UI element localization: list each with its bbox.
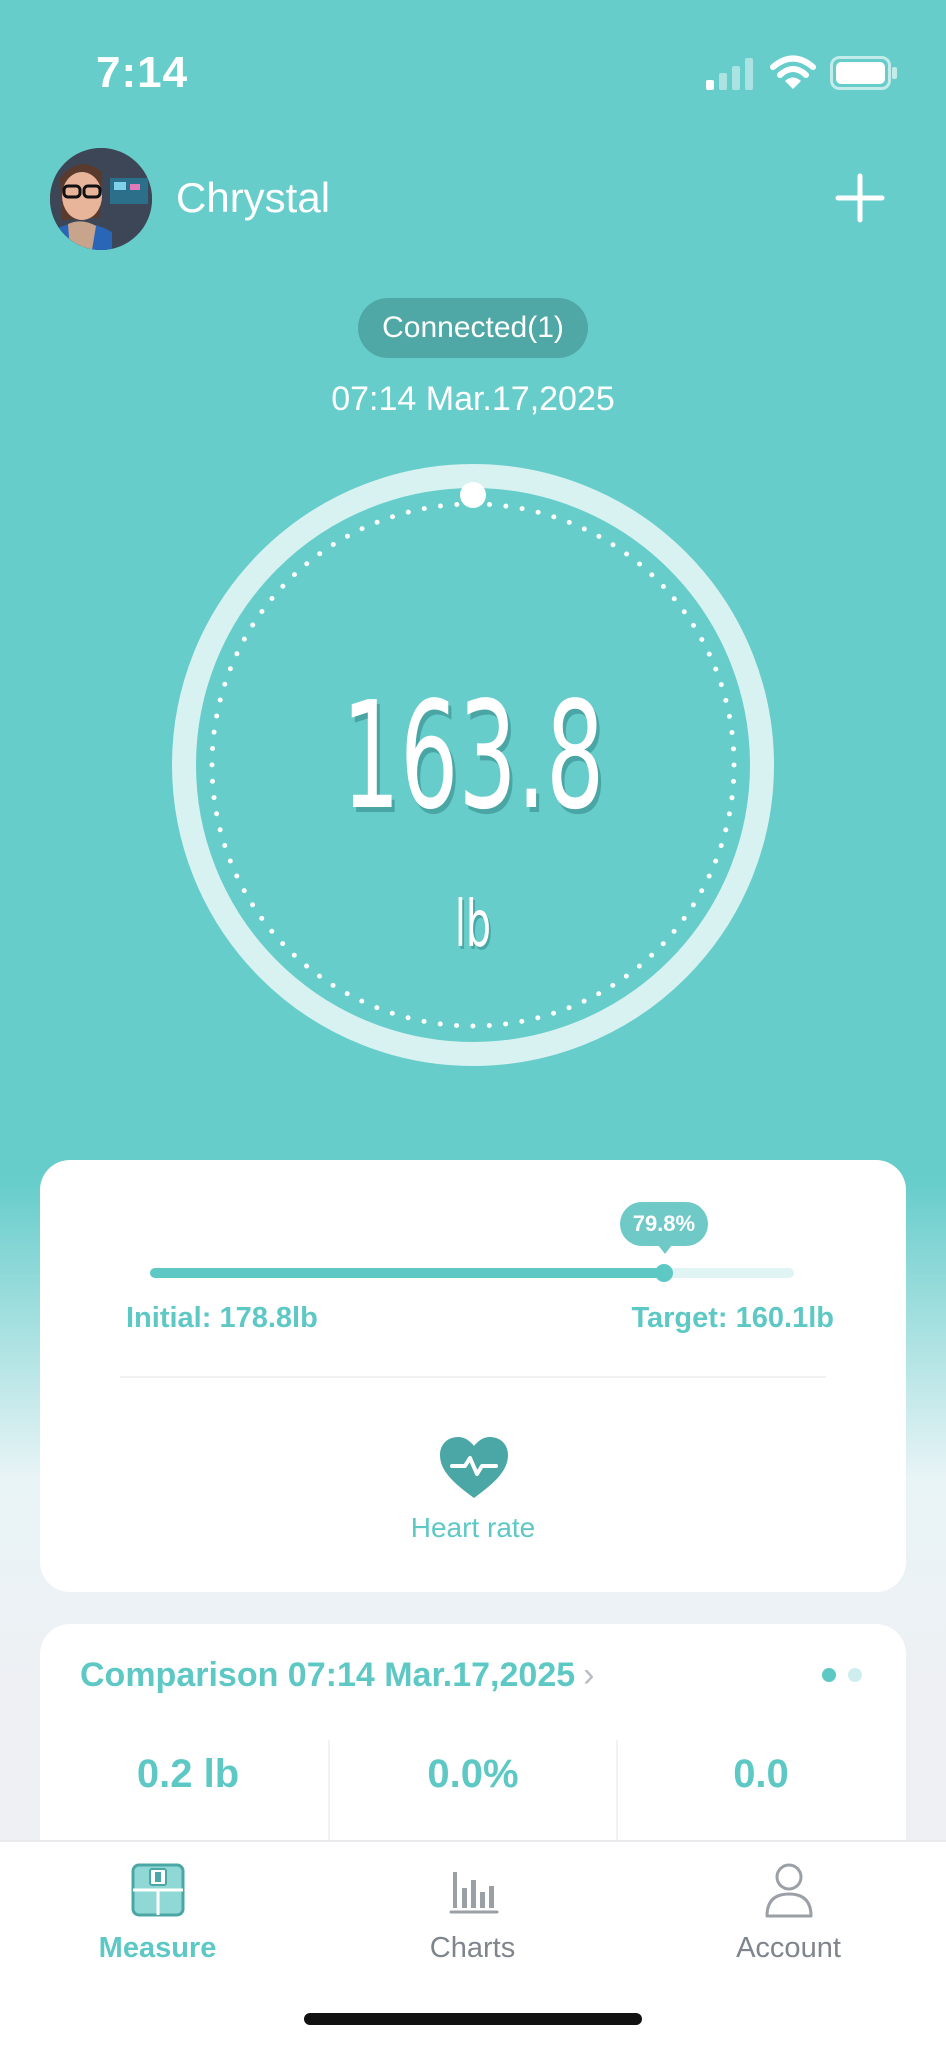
tab-label: Charts (429, 1932, 516, 1964)
tab-account[interactable]: Account (631, 1860, 946, 1990)
battery-icon (830, 56, 897, 90)
status-bar: 7:14 (0, 0, 946, 120)
progress-fill (150, 1268, 664, 1278)
pager-dot-active[interactable] (822, 1668, 836, 1682)
comparison-title: Comparison 07:14 Mar.17,2025 (80, 1656, 576, 1694)
measurement-timestamp: 07:14 Mar.17,2025 (331, 380, 615, 418)
tab-label: Measure (98, 1932, 217, 1964)
tab-label: Account (736, 1932, 841, 1964)
heart-pulse-icon[interactable] (438, 1436, 510, 1500)
comparison-other-change: 0.0 (617, 1734, 905, 1854)
user-name[interactable]: Chrystal (176, 174, 330, 222)
status-time: 7:14 (96, 48, 189, 97)
person-icon (765, 1863, 812, 1918)
comparison-percent-change: 0.0% (329, 1734, 617, 1854)
tab-charts[interactable]: Charts (315, 1860, 630, 1990)
goal-progress-card: 79.8% Initial: 178.8lb Target: 160.1lb H… (40, 1160, 906, 1592)
connection-status-badge[interactable]: Connected(1) (358, 298, 588, 358)
chevron-right-icon: › (583, 1656, 595, 1694)
avatar[interactable] (50, 148, 152, 250)
plus-icon[interactable] (830, 168, 890, 228)
weight-unit: lb (454, 888, 492, 962)
comparison-weight-change: 0.2 lb (44, 1734, 332, 1854)
header: Chrystal (0, 140, 946, 260)
weight-change-value: 0.2 lb (136, 1752, 240, 1796)
weight-value: 163.8 (341, 670, 605, 842)
wifi-icon (770, 55, 816, 89)
progress-knob (654, 1264, 673, 1282)
comparison-header[interactable]: Comparison 07:14 Mar.17,2025 › (80, 1656, 594, 1695)
home-indicator[interactable] (304, 2013, 642, 2025)
gauge-indicator (460, 482, 486, 508)
cellular-signal-icon (706, 58, 753, 90)
target-weight-label[interactable]: Target: 160.1lb (631, 1302, 834, 1335)
percent-change-value: 0.0% (427, 1752, 519, 1796)
pager-dot[interactable] (848, 1668, 862, 1682)
tab-measure[interactable]: Measure (0, 1860, 315, 1990)
bar-chart-icon (449, 1872, 498, 1914)
progress-track (150, 1264, 794, 1282)
avatar-photo (50, 148, 152, 250)
other-change-value: 0.0 (733, 1752, 789, 1796)
initial-weight-label: Initial: 178.8lb (126, 1302, 318, 1334)
progress-percent-badge: 79.8% (619, 1202, 708, 1254)
heart-rate-label[interactable]: Heart rate (40, 1512, 906, 1544)
divider (120, 1376, 826, 1378)
scale-icon (131, 1863, 184, 1917)
